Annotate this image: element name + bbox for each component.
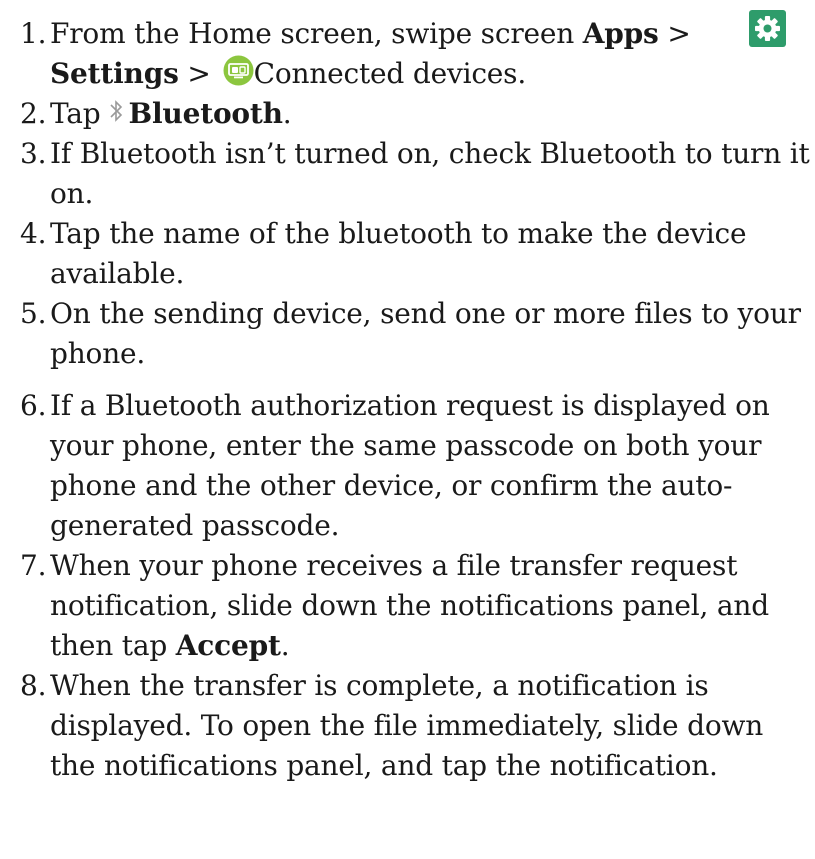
step-7: 7. When your phone receives a file trans…	[20, 546, 810, 666]
step-text: When your phone receives a file transfer…	[50, 549, 769, 662]
step-number: 1.	[20, 17, 47, 50]
step-text: Tap	[50, 97, 101, 130]
step-text: If Bluetooth isn’t turned on, check Blue…	[50, 137, 810, 210]
step-text: If a Bluetooth authorization request is …	[50, 389, 770, 542]
step-number: 7.	[20, 549, 47, 582]
accept-label: Accept	[175, 629, 281, 662]
step-number: 2.	[20, 97, 47, 130]
step-text: When the transfer is complete, a notific…	[50, 669, 764, 782]
step-3: 3. If Bluetooth isn’t turned on, check B…	[20, 134, 810, 214]
instructions-document: 1. From the Home screen, swipe screen Ap…	[20, 10, 810, 786]
step-text: On the sending device, send one or more …	[50, 297, 801, 370]
step-number: 3.	[20, 137, 47, 170]
step-8: 8. When the transfer is complete, a noti…	[20, 666, 810, 786]
step-4: 4. Tap the name of the bluetooth to make…	[20, 214, 810, 294]
step-text: .	[282, 97, 292, 130]
apps-label: Apps	[582, 17, 659, 50]
step-text: >	[658, 17, 691, 50]
gear-icon	[749, 10, 786, 47]
step-2: 2. Tap Bluetooth.	[20, 94, 810, 134]
step-5: 5. On the sending device, send one or mo…	[20, 294, 810, 374]
connected-devices-icon	[223, 55, 254, 86]
step-text: From the Home screen, swipe screen	[50, 17, 583, 50]
bluetooth-icon	[107, 97, 127, 125]
step-1: 1. From the Home screen, swipe screen Ap…	[20, 10, 810, 94]
step-number: 4.	[20, 217, 47, 250]
step-number: 8.	[20, 669, 47, 702]
step-text: >	[178, 57, 211, 90]
step-number: 5.	[20, 297, 47, 330]
step-number: 6.	[20, 389, 47, 422]
step-text: .	[280, 629, 290, 662]
step-text: Connected devices.	[253, 57, 527, 90]
bluetooth-label: Bluetooth	[128, 97, 283, 130]
settings-label: Settings	[50, 57, 179, 90]
step-text: Tap the name of the bluetooth to make th…	[50, 217, 747, 290]
step-6: 6. If a Bluetooth authorization request …	[20, 386, 810, 546]
